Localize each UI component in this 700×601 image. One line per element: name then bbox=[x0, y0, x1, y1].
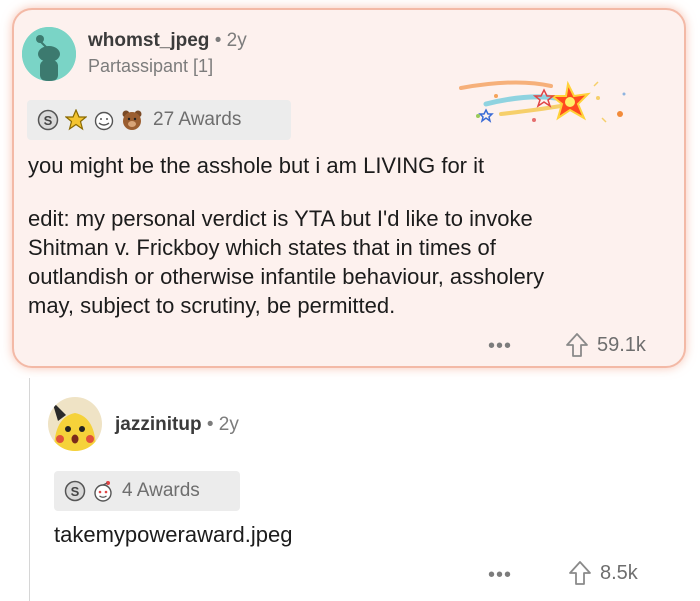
edit-line: Shitman v. Frickboy which states that in… bbox=[28, 235, 496, 260]
comment-age: 2y bbox=[226, 30, 247, 51]
meta-separator: • bbox=[206, 414, 214, 435]
vote-count: 8.5k bbox=[600, 561, 638, 584]
username-text[interactable]: jazzinitup bbox=[115, 414, 202, 435]
awards-bar[interactable]: S 27 Awards bbox=[27, 100, 291, 140]
user-flair: Partassipant [1] bbox=[88, 56, 214, 76]
upvote-arrow-icon[interactable] bbox=[565, 332, 589, 358]
thread-line[interactable] bbox=[29, 378, 30, 601]
comment-username[interactable]: whomst_jpeg • 2y bbox=[88, 30, 247, 52]
awards-bar[interactable]: S 4 Awards bbox=[54, 471, 240, 511]
more-options-button[interactable]: ••• bbox=[488, 335, 512, 358]
awards-count-label: 4 Awards bbox=[122, 480, 200, 501]
silver-award-icon: S bbox=[64, 480, 86, 502]
shooting-star-icon bbox=[459, 80, 626, 123]
gold-star-award-icon bbox=[65, 109, 87, 131]
reply-body-text: takemypoweraward.jpeg bbox=[54, 522, 293, 547]
upvote-arrow-icon[interactable] bbox=[568, 560, 592, 586]
comment-edit-text: edit: my personal verdict is YTA but I'd… bbox=[28, 204, 544, 320]
comment-body-line: you might be the asshole but i am LIVING… bbox=[28, 153, 485, 178]
reply-username[interactable]: jazzinitup • 2y bbox=[115, 414, 239, 436]
wholesome-award-icon bbox=[94, 111, 114, 131]
svg-text:S: S bbox=[44, 113, 53, 128]
bear-award-icon bbox=[122, 110, 142, 130]
edit-line: may, subject to scrutiny, be permitted. bbox=[28, 293, 396, 318]
username-text[interactable]: whomst_jpeg bbox=[88, 30, 209, 51]
snoo-avatar-icon bbox=[22, 27, 76, 81]
pikachu-avatar-icon bbox=[48, 397, 102, 451]
user-avatar[interactable] bbox=[22, 27, 76, 81]
edit-line: edit: my personal verdict is YTA but I'd… bbox=[28, 206, 533, 231]
more-options-button[interactable]: ••• bbox=[488, 564, 512, 587]
vote-count: 59.1k bbox=[597, 333, 646, 356]
snoo-award-icon bbox=[94, 481, 112, 502]
awards-count-label: 27 Awards bbox=[153, 109, 242, 130]
meta-separator: • bbox=[214, 30, 222, 51]
reply-user-avatar[interactable] bbox=[48, 397, 102, 451]
svg-text:S: S bbox=[71, 484, 80, 499]
comment-age: 2y bbox=[218, 414, 239, 435]
upvote-control[interactable]: 59.1k bbox=[565, 332, 646, 358]
upvote-control[interactable]: 8.5k bbox=[568, 560, 638, 586]
edit-line: outlandish or otherwise infantile behavi… bbox=[28, 264, 545, 289]
silver-award-icon: S bbox=[37, 109, 59, 131]
